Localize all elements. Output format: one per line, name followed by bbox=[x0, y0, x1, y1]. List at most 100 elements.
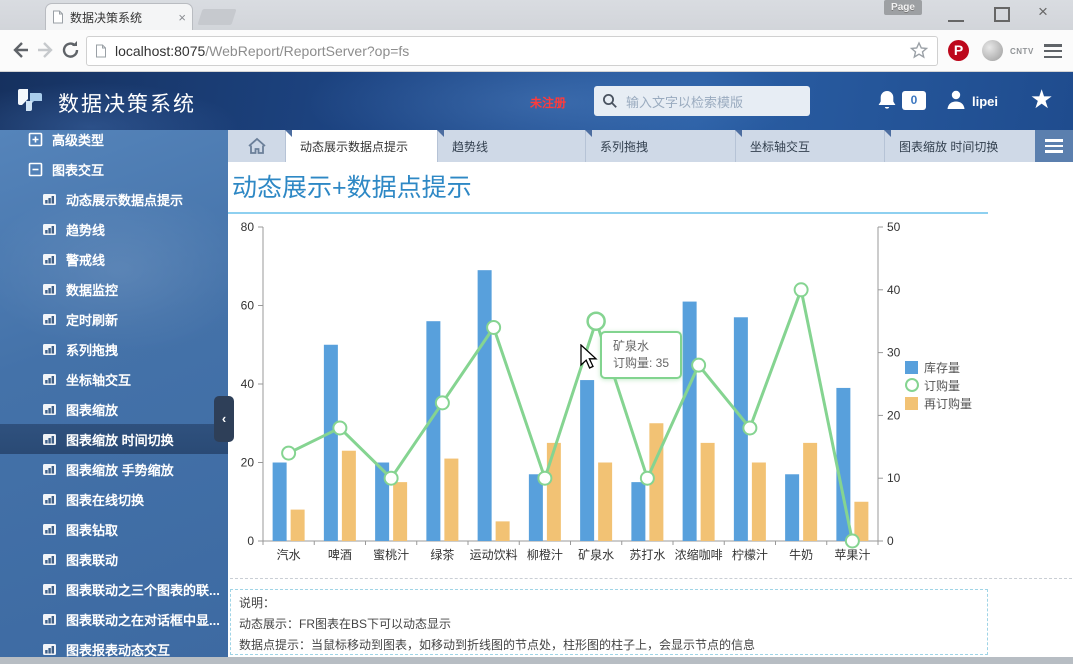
chart-report-icon bbox=[42, 312, 57, 327]
sidebar-collapse-button[interactable]: ‹ bbox=[214, 396, 234, 442]
description-line: 动态展示：FR图表在BS下可以动态显示 bbox=[239, 614, 979, 635]
sidebar-item[interactable]: 坐标轴交互 bbox=[0, 364, 228, 394]
sidebar-item-label: 图表联动 bbox=[66, 550, 118, 569]
user-icon[interactable] bbox=[944, 88, 968, 112]
report-tab[interactable]: 图表缩放 时间切换 bbox=[884, 130, 1035, 162]
window-close-button[interactable]: × bbox=[1038, 2, 1048, 22]
reload-icon[interactable] bbox=[61, 40, 81, 60]
forward-icon[interactable] bbox=[36, 40, 56, 60]
line-series bbox=[289, 290, 853, 541]
page-badge: Page bbox=[884, 0, 922, 15]
x-axis-labels: 汽水啤酒蜜桃汁绿茶运动饮料柳橙汁矿泉水苏打水浓缩咖啡柠檬汁牛奶苹果汁 bbox=[277, 547, 871, 562]
sidebar-item[interactable]: 定时刷新 bbox=[0, 304, 228, 334]
report-tab-label: 坐标轴交互 bbox=[750, 138, 810, 155]
report-tab[interactable]: 动态展示数据点提示 bbox=[285, 130, 437, 162]
svg-text:0: 0 bbox=[887, 534, 894, 548]
sidebar-item[interactable]: 图表联动 bbox=[0, 544, 228, 574]
sidebar-item-label: 坐标轴交互 bbox=[66, 370, 131, 389]
sidebar-item-label: 图表联动之在对话框中显... bbox=[66, 610, 220, 629]
sidebar-item[interactable]: 图表联动之在对话框中显... bbox=[0, 604, 228, 634]
sidebar-item[interactable]: 警戒线 bbox=[0, 244, 228, 274]
title-underline bbox=[228, 212, 988, 214]
svg-text:浓缩咖啡: 浓缩咖啡 bbox=[675, 547, 723, 562]
window-maximize-button[interactable] bbox=[994, 7, 1010, 22]
back-icon[interactable] bbox=[10, 40, 30, 60]
sidebar-group-item[interactable]: 图表交互 bbox=[0, 154, 228, 184]
legend-square-marker bbox=[905, 397, 918, 410]
sidebar-item[interactable]: 图表在线切换 bbox=[0, 484, 228, 514]
browser-tab[interactable]: 数据决策系统 × bbox=[45, 3, 193, 30]
svg-text:苏打水: 苏打水 bbox=[629, 548, 665, 562]
page-title: 动态展示+数据点提示 bbox=[232, 168, 472, 204]
chart-canvas: 02040608001020304050汽水啤酒蜜桃汁绿茶运动饮料柳橙汁矿泉水苏… bbox=[228, 220, 988, 585]
template-search-input[interactable]: 输入文字以检索模版 bbox=[594, 86, 810, 116]
svg-text:运动饮料: 运动饮料 bbox=[470, 548, 518, 562]
sidebar-item[interactable]: 图表钻取 bbox=[0, 514, 228, 544]
sidebar-item[interactable]: 图表缩放 时间切换 bbox=[0, 424, 228, 454]
app-title: 数据决策系统 bbox=[58, 88, 196, 118]
sidebar: 高级类型图表交互动态展示数据点提示趋势线警戒线数据监控定时刷新系列拖拽坐标轴交互… bbox=[0, 130, 228, 664]
sidebar-item[interactable]: 趋势线 bbox=[0, 214, 228, 244]
sidebar-item[interactable]: 动态展示数据点提示 bbox=[0, 184, 228, 214]
report-tab[interactable]: 趋势线 bbox=[437, 130, 585, 162]
sidebar-item-label: 数据监控 bbox=[66, 280, 118, 299]
cntv-extension-icon[interactable]: CNTV bbox=[1010, 47, 1034, 56]
svg-text:0: 0 bbox=[247, 534, 254, 548]
svg-text:40: 40 bbox=[241, 377, 255, 391]
sidebar-item-label: 警戒线 bbox=[66, 250, 105, 269]
chart-report-icon bbox=[42, 432, 57, 447]
svg-text:10: 10 bbox=[887, 471, 901, 485]
legend-item[interactable]: 订购量 bbox=[905, 376, 972, 394]
desktop: 数据决策系统 × Page × localhost:8075/WebReport… bbox=[0, 0, 1073, 664]
legend-square-marker bbox=[905, 361, 918, 374]
chart[interactable]: 02040608001020304050汽水啤酒蜜桃汁绿茶运动饮料柳橙汁矿泉水苏… bbox=[228, 220, 988, 585]
sidebar-item[interactable]: 系列拖拽 bbox=[0, 334, 228, 364]
username-label[interactable]: lipei bbox=[972, 94, 998, 109]
svg-text:啤酒: 啤酒 bbox=[328, 547, 352, 562]
url-bar[interactable]: localhost:8075/WebReport/ReportServer?op… bbox=[86, 36, 938, 66]
pinterest-extension-icon[interactable]: P bbox=[948, 40, 969, 61]
bookmark-star-icon[interactable] bbox=[909, 41, 929, 61]
svg-text:柳橙汁: 柳橙汁 bbox=[527, 547, 563, 562]
sidebar-item[interactable]: 图表联动之三个图表的联... bbox=[0, 574, 228, 604]
notification-count-badge[interactable]: 0 bbox=[902, 91, 926, 110]
favorite-star-icon[interactable]: ★ bbox=[1030, 84, 1053, 115]
new-tab-button[interactable] bbox=[197, 9, 236, 25]
report-tab[interactable]: 系列拖拽 bbox=[585, 130, 735, 162]
report-tab[interactable]: 坐标轴交互 bbox=[735, 130, 884, 162]
sidebar-group-item[interactable]: 高级类型 bbox=[0, 130, 228, 154]
tab-close-icon[interactable]: × bbox=[178, 11, 186, 24]
sidebar-item-label: 图表缩放 手势缩放 bbox=[66, 460, 174, 479]
plus-box-icon bbox=[28, 132, 43, 147]
svg-text:牛奶: 牛奶 bbox=[789, 547, 813, 562]
svg-text:柠檬汁: 柠檬汁 bbox=[732, 547, 768, 562]
tab-list-menu-button[interactable] bbox=[1035, 130, 1073, 162]
line-points bbox=[282, 283, 859, 547]
chart-report-icon bbox=[42, 492, 57, 507]
browser-menu-icon[interactable] bbox=[1044, 44, 1062, 58]
url-page-icon bbox=[95, 44, 107, 58]
svg-text:50: 50 bbox=[887, 220, 901, 234]
sidebar-item-label: 动态展示数据点提示 bbox=[66, 190, 183, 209]
legend-item[interactable]: 库存量 bbox=[905, 358, 972, 376]
content-area: 动态展示数据点提示趋势线系列拖拽坐标轴交互 图表缩放 时间切换 动态展示+数据点提… bbox=[228, 130, 1073, 664]
legend-item[interactable]: 再订购量 bbox=[905, 394, 972, 412]
sidebar-menu: 高级类型图表交互动态展示数据点提示趋势线警戒线数据监控定时刷新系列拖拽坐标轴交互… bbox=[0, 130, 228, 664]
sidebar-item[interactable]: 数据监控 bbox=[0, 274, 228, 304]
chart-report-icon bbox=[42, 342, 57, 357]
sidebar-item-label: 高级类型 bbox=[52, 130, 104, 149]
bell-icon[interactable] bbox=[876, 89, 898, 113]
right-axis-labels: 01020304050 bbox=[887, 220, 901, 548]
extension-swirl-icon[interactable] bbox=[982, 40, 1003, 61]
home-tab-button[interactable] bbox=[228, 130, 285, 162]
report-tabbar: 动态展示数据点提示趋势线系列拖拽坐标轴交互 图表缩放 时间切换 bbox=[228, 130, 1073, 162]
legend-label: 库存量 bbox=[924, 359, 960, 376]
svg-text:60: 60 bbox=[241, 299, 255, 313]
svg-text:40: 40 bbox=[887, 283, 901, 297]
app-logo-icon bbox=[14, 84, 48, 118]
sidebar-item[interactable]: 图表缩放 手势缩放 bbox=[0, 454, 228, 484]
tooltip-value: 订购量: 35 bbox=[613, 355, 669, 372]
url-text: localhost:8075/WebReport/ReportServer?op… bbox=[115, 43, 409, 59]
window-minimize-button[interactable] bbox=[948, 6, 964, 22]
sidebar-item[interactable]: 图表缩放 bbox=[0, 394, 228, 424]
